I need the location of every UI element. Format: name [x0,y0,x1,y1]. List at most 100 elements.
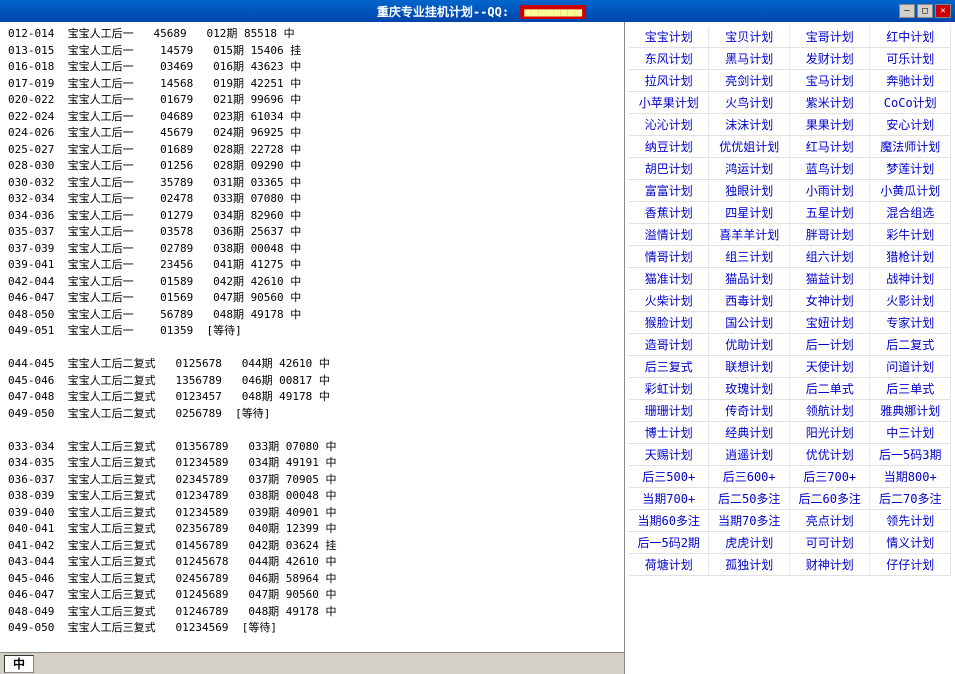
plan-cell[interactable]: 逍遥计划 [709,444,790,466]
plan-cell[interactable]: 猫准计划 [629,268,709,290]
plan-cell[interactable]: 当期60多注 [629,510,709,532]
plan-cell[interactable]: 天使计划 [789,356,870,378]
right-panel[interactable]: 宝宝计划宝贝计划宝哥计划红中计划东风计划黑马计划发财计划可乐计划拉风计划亮剑计划… [625,22,955,674]
plan-cell[interactable]: CoCo计划 [870,92,951,114]
maximize-button[interactable]: □ [917,4,933,18]
plan-cell[interactable]: 后三600+ [709,466,790,488]
plan-cell[interactable]: 问道计划 [870,356,951,378]
plan-cell[interactable]: 东风计划 [629,48,709,70]
plan-cell[interactable]: 珊珊计划 [629,400,709,422]
plan-cell[interactable]: 猴脸计划 [629,312,709,334]
plan-cell[interactable]: 优助计划 [709,334,790,356]
plan-cell[interactable]: 胡巴计划 [629,158,709,180]
plan-cell[interactable]: 梦莲计划 [870,158,951,180]
plan-cell[interactable]: 五星计划 [789,202,870,224]
plan-cell[interactable]: 火鸟计划 [709,92,790,114]
plan-cell[interactable]: 后一5码3期 [870,444,951,466]
plan-cell[interactable]: 西毒计划 [709,290,790,312]
plan-cell[interactable]: 宝宝计划 [629,26,709,48]
plan-cell[interactable]: 魔法师计划 [870,136,951,158]
plan-cell[interactable]: 领航计划 [789,400,870,422]
plan-cell[interactable]: 奔驰计划 [870,70,951,92]
plan-cell[interactable]: 宝哥计划 [789,26,870,48]
plan-cell[interactable]: 玫瑰计划 [709,378,790,400]
plan-cell[interactable]: 沫沫计划 [709,114,790,136]
plan-cell[interactable]: 领先计划 [870,510,951,532]
plan-cell[interactable]: 后三单式 [870,378,951,400]
plan-cell[interactable]: 女神计划 [789,290,870,312]
close-button[interactable]: ✕ [935,4,951,18]
plan-cell[interactable]: 国公计划 [709,312,790,334]
plan-cell[interactable]: 小黄瓜计划 [870,180,951,202]
plan-cell[interactable]: 专家计划 [870,312,951,334]
plan-cell[interactable]: 经典计划 [709,422,790,444]
plan-cell[interactable]: 纳豆计划 [629,136,709,158]
plan-cell[interactable]: 可乐计划 [870,48,951,70]
plan-cell[interactable]: 宝妞计划 [789,312,870,334]
plan-cell[interactable]: 后二复式 [870,334,951,356]
plan-cell[interactable]: 彩虹计划 [629,378,709,400]
plan-cell[interactable]: 虎虎计划 [709,532,790,554]
plan-cell[interactable]: 黑马计划 [709,48,790,70]
plan-cell[interactable]: 香蕉计划 [629,202,709,224]
plan-cell[interactable]: 猫益计划 [789,268,870,290]
plan-cell[interactable]: 组六计划 [789,246,870,268]
plan-cell[interactable]: 亮点计划 [789,510,870,532]
plan-cell[interactable]: 当期800+ [870,466,951,488]
plan-cell[interactable]: 后一5码2期 [629,532,709,554]
plan-cell[interactable]: 中三计划 [870,422,951,444]
plan-cell[interactable]: 宝贝计划 [709,26,790,48]
plan-cell[interactable]: 造哥计划 [629,334,709,356]
plan-cell[interactable]: 联想计划 [709,356,790,378]
plan-cell[interactable]: 沁沁计划 [629,114,709,136]
plan-cell[interactable]: 情义计划 [870,532,951,554]
plan-cell[interactable]: 后二70多注 [870,488,951,510]
plan-cell[interactable]: 果果计划 [789,114,870,136]
plan-cell[interactable]: 小雨计划 [789,180,870,202]
plan-cell[interactable]: 后二50多注 [709,488,790,510]
plan-cell[interactable]: 后一计划 [789,334,870,356]
plan-cell[interactable]: 红马计划 [789,136,870,158]
plan-cell[interactable]: 小苹果计划 [629,92,709,114]
plan-cell[interactable]: 可可计划 [789,532,870,554]
plan-cell[interactable]: 天赐计划 [629,444,709,466]
plan-cell[interactable]: 当期70多注 [709,510,790,532]
plan-cell[interactable]: 传奇计划 [709,400,790,422]
plan-cell[interactable]: 财神计划 [789,554,870,576]
plan-cell[interactable]: 后三700+ [789,466,870,488]
plan-cell[interactable]: 鸿运计划 [709,158,790,180]
plan-cell[interactable]: 发财计划 [789,48,870,70]
plan-cell[interactable]: 优优计划 [789,444,870,466]
minimize-button[interactable]: — [899,4,915,18]
plan-cell[interactable]: 孤独计划 [709,554,790,576]
plan-cell[interactable]: 战神计划 [870,268,951,290]
plan-cell[interactable]: 博士计划 [629,422,709,444]
plan-cell[interactable]: 喜羊羊计划 [709,224,790,246]
plan-cell[interactable]: 独眼计划 [709,180,790,202]
plan-cell[interactable]: 雅典娜计划 [870,400,951,422]
plan-cell[interactable]: 荷塘计划 [629,554,709,576]
plan-cell[interactable]: 宝马计划 [789,70,870,92]
plan-cell[interactable]: 仔仔计划 [870,554,951,576]
plan-cell[interactable]: 后二单式 [789,378,870,400]
plan-cell[interactable]: 蓝鸟计划 [789,158,870,180]
plan-cell[interactable]: 猎枪计划 [870,246,951,268]
plan-cell[interactable]: 后三500+ [629,466,709,488]
plan-cell[interactable]: 情哥计划 [629,246,709,268]
plan-cell[interactable]: 红中计划 [870,26,951,48]
plan-content[interactable]: 012-014 宝宝人工后一 45689 012期 85518 中 013-01… [0,22,624,652]
plan-cell[interactable]: 猫品计划 [709,268,790,290]
plan-cell[interactable]: 优优姐计划 [709,136,790,158]
plan-cell[interactable]: 火柴计划 [629,290,709,312]
plan-cell[interactable]: 富富计划 [629,180,709,202]
plan-cell[interactable]: 阳光计划 [789,422,870,444]
plan-cell[interactable]: 亮剑计划 [709,70,790,92]
plan-cell[interactable]: 后三复式 [629,356,709,378]
plan-cell[interactable]: 当期700+ [629,488,709,510]
plan-cell[interactable]: 四星计划 [709,202,790,224]
plan-cell[interactable]: 火影计划 [870,290,951,312]
plan-cell[interactable]: 彩牛计划 [870,224,951,246]
plan-cell[interactable]: 拉风计划 [629,70,709,92]
plan-cell[interactable]: 溢情计划 [629,224,709,246]
plan-cell[interactable]: 后二60多注 [789,488,870,510]
